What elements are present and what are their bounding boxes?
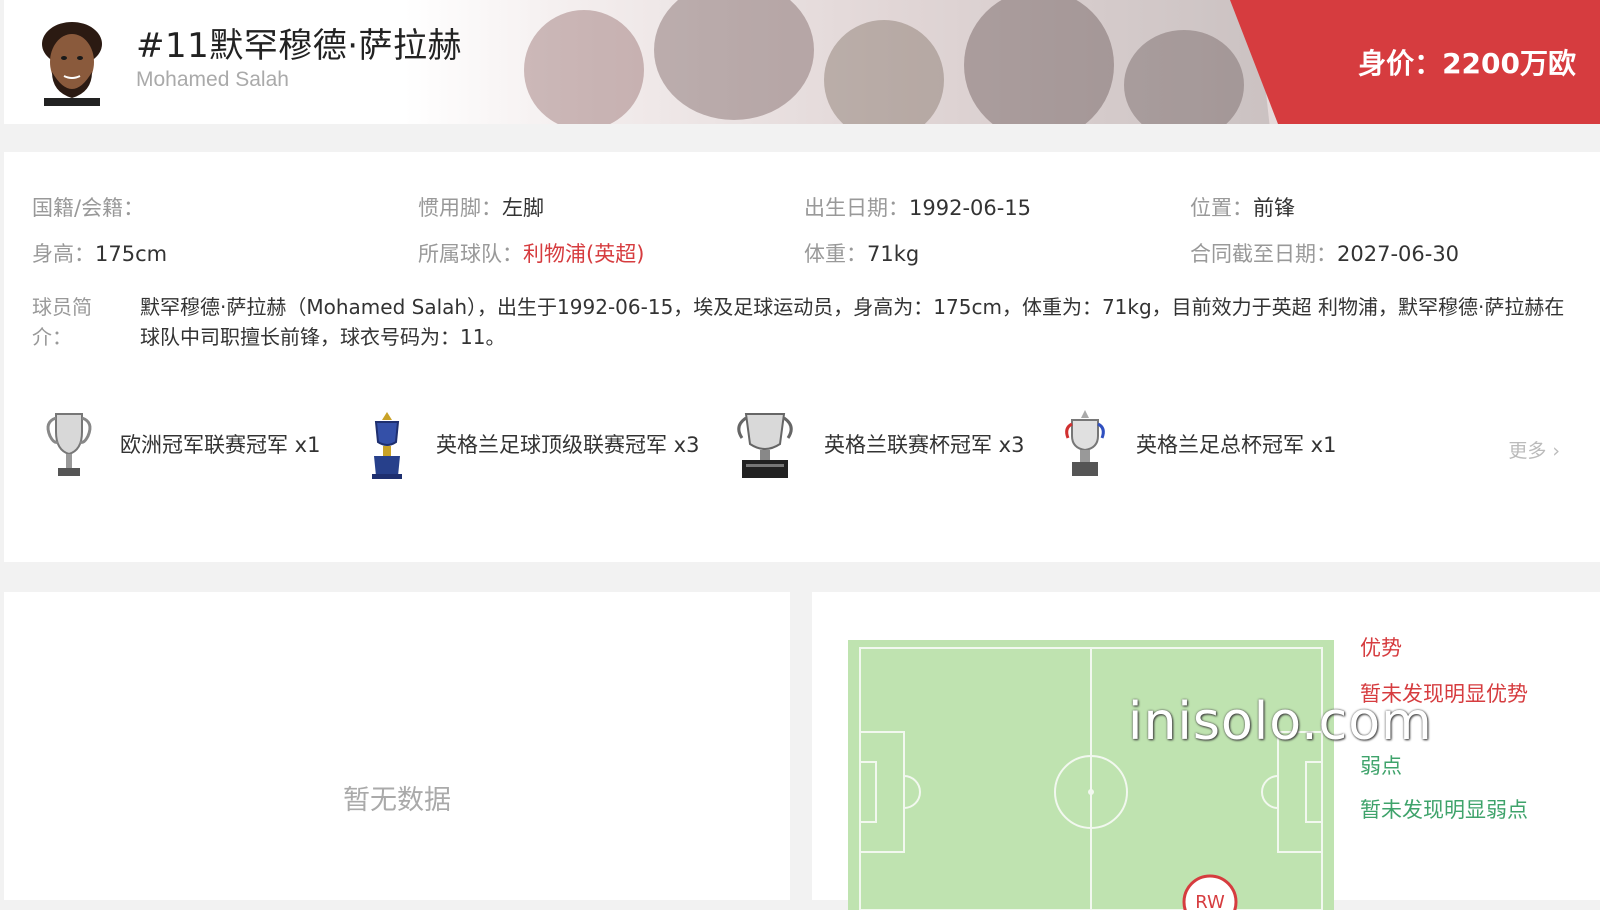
player-info-card: 国籍/会籍： 惯用脚：左脚 出生日期：1992-06-15 位置：前锋 身高：1… — [4, 152, 1600, 562]
player-english-name: Mohamed Salah — [136, 68, 289, 91]
empty-state-text: 暂无数据 — [343, 785, 451, 816]
strengths-title: 优势 — [1360, 636, 1402, 660]
trophy-item: 欧洲冠军联赛冠军 x1 — [44, 408, 320, 480]
more-label: 更多 — [1508, 440, 1547, 462]
field-value: 左脚 — [502, 196, 544, 220]
position-marker-label: RW — [1195, 892, 1225, 910]
player-avatar — [34, 14, 110, 106]
field-label: 所属球队： — [418, 242, 523, 266]
field-height: 身高：175cm — [32, 238, 167, 268]
field-value: 2027-06-30 — [1337, 242, 1460, 266]
field-label: 身高： — [32, 242, 95, 266]
premier-league-trophy-icon — [372, 412, 402, 479]
chevron-right-icon: › — [1552, 440, 1560, 462]
trophy-item: 英格兰足总杯冠军 x1 — [1060, 408, 1336, 480]
field-label: 体重： — [804, 242, 867, 266]
trophy-label: 英格兰联赛杯冠军 x3 — [824, 433, 1025, 457]
team-link[interactable]: 利物浦(英超) — [523, 242, 644, 266]
field-nationality: 国籍/会籍： — [32, 192, 144, 222]
field-value: 175cm — [95, 242, 168, 266]
field-weight: 体重：71kg — [804, 238, 919, 268]
field-value: 前锋 — [1253, 196, 1295, 220]
field-label: 合同截至日期： — [1190, 242, 1337, 266]
trophy-label: 英格兰足总杯冠军 x1 — [1136, 433, 1337, 457]
field-value: 1992-06-15 — [909, 196, 1032, 220]
field-position: 位置：前锋 — [1190, 192, 1295, 222]
trophy-label: 英格兰足球顶级联赛冠军 x3 — [436, 433, 700, 457]
champions-league-trophy-icon — [46, 413, 92, 476]
field-contract-end: 合同截至日期：2027-06-30 — [1190, 238, 1459, 268]
player-name-title: #11默罕穆德·萨拉赫 — [136, 26, 463, 66]
fa-cup-trophy-icon — [1065, 410, 1105, 476]
field-label: 出生日期： — [804, 196, 909, 220]
field-label: 位置： — [1190, 196, 1253, 220]
more-trophies-link[interactable]: 更多 › — [1508, 436, 1560, 463]
field-birth-date: 出生日期：1992-06-15 — [804, 192, 1031, 222]
empty-data-card: 暂无数据 — [4, 592, 790, 900]
trophy-label: 欧洲冠军联赛冠军 x1 — [120, 433, 321, 457]
trophy-item: 英格兰足球顶级联赛冠军 x3 — [364, 408, 699, 480]
player-header: #11默罕穆德·萨拉赫 Mohamed Salah 身价：2200万欧 — [4, 0, 1600, 124]
football-pitch: RW — [848, 640, 1334, 910]
field-team: 所属球队：利物浦(英超) — [418, 238, 644, 268]
field-value: 71kg — [867, 242, 920, 266]
weaknesses-title: 弱点 — [1360, 754, 1402, 778]
league-cup-trophy-icon — [737, 413, 793, 478]
market-value: 身价：2200万欧 — [1358, 47, 1576, 80]
field-label: 国籍/会籍： — [32, 196, 145, 220]
bio-text: 默罕穆德·萨拉赫（Mohamed Salah），出生于1992-06-15，埃及… — [140, 295, 1565, 349]
site-watermark: inisolo.com — [1128, 692, 1433, 752]
trophy-item: 英格兰联赛杯冠军 x3 — [732, 408, 1024, 480]
header-crowd-background — [404, 0, 1304, 124]
field-label: 惯用脚： — [418, 196, 502, 220]
field-preferred-foot: 惯用脚：左脚 — [418, 192, 544, 222]
weaknesses-text: 暂未发现明显弱点 — [1360, 798, 1528, 822]
bio-label: 球员简介： — [32, 295, 92, 349]
